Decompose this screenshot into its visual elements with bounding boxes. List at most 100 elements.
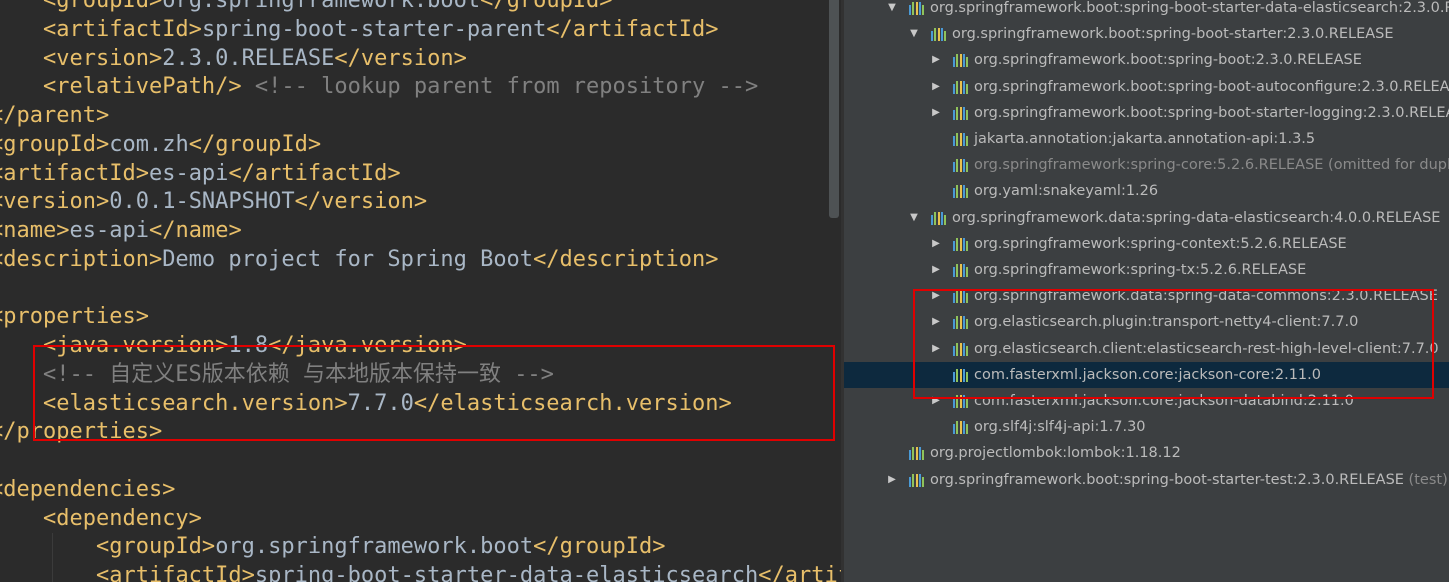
xml-tag: <artifactId> [95,563,255,582]
dependency-label: org.springframework:spring-context:5.2.6… [974,231,1347,257]
xml-text: spring-boot-starter-data-elasticsearch [254,563,759,582]
library-icon [931,211,948,225]
collapsed-right-arrow-icon[interactable]: ▶ [929,231,943,257]
xml-text: spring-boot-starter-parent [201,16,547,42]
collapsed-right-arrow-icon[interactable]: ▶ [929,257,943,283]
code-line[interactable]: <groupId>com.zh</groupId> [0,130,321,159]
code-line[interactable]: <relativePath/> <!-- lookup parent from … [0,72,758,101]
xml-tag: <artifactId> [42,16,202,42]
code-line[interactable]: <groupId>org.springframework.boot</group… [0,0,613,15]
dependency-tree[interactable]: ▼ org.springframework.boot:spring-boot-st… [844,0,1449,582]
dependency-label: org.springframework.boot:spring-boot-aut… [974,74,1449,100]
collapsed-right-arrow-icon[interactable]: ▶ [929,100,943,126]
dependency-row[interactable]: ▶ org.springframework.boot:spring-boot-au… [844,74,1449,100]
dependency-coordinates: org.springframework.boot:spring-boot-sta… [974,104,1449,121]
dependency-row[interactable]: ▶ org.springframework:spring-tx:5.2.6.REL… [844,257,1449,283]
xml-tag: </description> [533,246,719,272]
collapsed-right-arrow-icon[interactable]: ▶ [929,74,943,100]
code-line[interactable]: </parent> [0,101,109,130]
dependency-row[interactable]: ▶ org.springframework.boot:spring-boot-st… [844,467,1449,493]
xml-text: com.zh [109,131,189,157]
xml-tag: </groupId> [480,0,613,13]
library-icon [953,106,970,120]
dependency-row[interactable]: org.yaml:snakeyaml:1.26 [844,178,1449,204]
dependency-row[interactable]: ▶ org.springframework:spring-context:5.2.… [844,231,1449,257]
dependency-row[interactable]: org.slf4j:slf4j-api:1.7.30 [844,414,1449,440]
library-icon [953,184,970,199]
dependency-coordinates: org.springframework:spring-context:5.2.6… [974,235,1347,252]
xml-text: 2.3.0.RELEASE [162,45,335,71]
expand-down-arrow-icon[interactable]: ▼ [907,21,921,47]
xml-tag: <groupId> [0,131,110,157]
library-icon [953,237,970,251]
dependency-coordinates: org.springframework.boot:spring-boot-aut… [974,78,1449,95]
dependency-coordinates: org.springframework.boot:spring-boot-sta… [952,26,1394,43]
editor-scrollbar[interactable] [829,0,839,218]
dependency-coordinates: org.projectlombok:lombok:1.18.12 [930,445,1181,462]
dependency-row[interactable]: jakarta.annotation:jakarta.annotation-ap… [844,126,1449,152]
xml-tag: </parent> [0,103,110,128]
library-icon [953,420,970,435]
code-line[interactable]: <description>Demo project for Spring Boo… [0,245,719,274]
code-line[interactable]: <artifactId>es-api</artifactId> [0,159,401,188]
dependency-coordinates: org.springframework.boot:spring-boot-sta… [930,471,1404,488]
code-line[interactable]: <version>2.3.0.RELEASE</version> [0,44,467,73]
xml-tag: <groupId> [95,534,216,560]
xml-tag: <properties> [0,304,149,330]
dependency-coordinates: org.springframework:spring-tx:5.2.6.RELE… [974,262,1307,278]
code-line[interactable]: <artifactId>spring-boot-starter-parent</… [0,15,719,44]
code-line[interactable]: <groupId>org.springframework.boot</group… [0,532,666,561]
dependency-coordinates: org.springframework.data:spring-data-ela… [952,209,1441,226]
xml-tag: <version> [0,189,110,215]
library-icon [909,473,926,487]
dependency-label: jakarta.annotation:jakarta.annotation-ap… [974,126,1315,152]
dependency-label: org.springframework.boot:spring-boot-sta… [974,100,1449,126]
expand-down-arrow-icon[interactable]: ▼ [885,0,899,21]
collapsed-right-arrow-icon[interactable]: ▶ [885,467,899,493]
xml-text: Demo project for Spring Boot [162,246,534,272]
xml-tag: </artifactId> [546,16,719,42]
code-line[interactable]: <dependencies> [0,475,175,504]
code-line[interactable]: <artifactId>spring-boot-starter-data-ela… [0,561,843,582]
xml-text: org.springframework.boot [162,0,481,13]
dependency-label: org.yaml:snakeyaml:1.26 [974,178,1158,204]
library-icon [953,80,970,94]
dependency-row[interactable]: ▼ org.springframework.boot:spring-boot-st… [844,0,1449,21]
code-line[interactable]: <name>es-api</name> [0,216,242,245]
expand-down-arrow-icon[interactable]: ▼ [907,205,921,231]
xml-tag: </groupId> [533,534,666,560]
dependency-label: org.springframework.boot:spring-boot-sta… [930,467,1448,493]
xml-tag: </name> [148,218,242,243]
code-line[interactable]: <version>0.0.1-SNAPSHOT</version> [0,187,427,216]
dependency-row[interactable]: ▼ org.springframework.boot:spring-boot-st… [844,21,1449,47]
xml-tag: <groupId> [42,0,163,13]
xml-tag: </artifactId> [758,563,843,582]
code-line[interactable]: <dependency> [0,504,202,533]
dependency-row[interactable]: org.springframework:spring-core:5.2.6.RE… [844,152,1449,178]
library-icon [953,132,970,146]
code-editor[interactable]: <groupId>org.springframework.boot</group… [0,0,843,582]
dependency-row[interactable]: ▶ org.springframework.boot:spring-boot-st… [844,100,1449,126]
code-line[interactable]: <properties> [0,302,149,331]
library-icon [909,1,926,15]
properties-highlight-box [33,345,835,441]
dependency-row[interactable]: ▼ org.springframework.data:spring-data-el… [844,205,1449,231]
library-icon [953,53,970,68]
dependency-row[interactable]: ▶ org.springframework.boot:spring-boot:2.… [844,47,1449,73]
xml-tag: <artifactId> [0,160,149,186]
xml-tag: <dependencies> [0,476,176,502]
dependency-row[interactable]: org.projectlombok:lombok:1.18.12 [844,440,1449,466]
library-icon [953,158,970,173]
dependency-coordinates: org.springframework.boot:spring-boot:2.3… [974,52,1362,69]
dependency-label: org.springframework.data:spring-data-ela… [952,205,1440,231]
collapsed-right-arrow-icon[interactable]: ▶ [929,47,943,73]
library-icon [931,27,948,42]
